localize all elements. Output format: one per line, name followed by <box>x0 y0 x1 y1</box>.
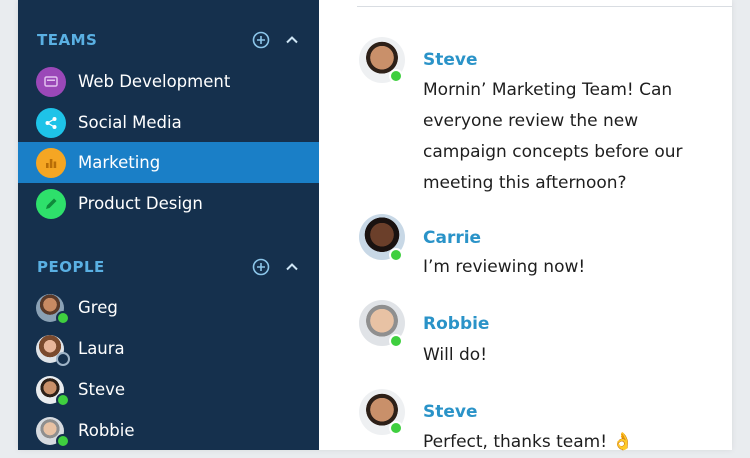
person-label: Greg <box>78 298 118 317</box>
divider <box>357 6 732 7</box>
pencil-icon <box>36 188 66 219</box>
message-author: Steve <box>423 50 478 70</box>
person-label: Steve <box>78 380 126 399</box>
online-status-dot <box>389 334 403 348</box>
web-dev-icon <box>36 66 66 97</box>
ok-hand-emoji: 👌 <box>612 432 634 452</box>
message-author: Robbie <box>423 314 490 334</box>
team-item-marketing[interactable]: Marketing <box>18 142 319 183</box>
chevron-up-icon <box>286 263 298 271</box>
online-status-dot <box>389 421 403 435</box>
offline-status-dot <box>56 352 70 366</box>
collapse-teams-button[interactable] <box>282 30 302 50</box>
online-status-dot <box>56 434 70 448</box>
message-text-body: Perfect, thanks team! <box>423 432 608 452</box>
message-text: Will do! <box>423 345 488 365</box>
message-text: Mornin’ Marketing Team! Can everyone rev… <box>423 80 683 193</box>
people-section-header: PEOPLE <box>18 254 319 280</box>
message-author: Carrie <box>423 228 482 248</box>
team-item-web-development[interactable]: Web Development <box>18 61 319 102</box>
chevron-up-icon <box>286 36 298 44</box>
team-item-product-design[interactable]: Product Design <box>18 183 319 224</box>
message-text: Perfect, thanks team! 👌 <box>423 427 723 458</box>
chat-app-window: TEAMS Web Development Social Media Marke… <box>18 0 732 452</box>
share-icon <box>36 107 66 138</box>
person-item-greg[interactable]: Greg <box>18 287 319 328</box>
teams-section-header: TEAMS <box>18 27 319 53</box>
add-person-button[interactable] <box>251 257 271 277</box>
team-label: Marketing <box>78 153 161 172</box>
team-item-social-media[interactable]: Social Media <box>18 102 319 143</box>
teams-section-title: TEAMS <box>37 31 98 49</box>
online-status-dot <box>389 69 403 83</box>
person-label: Laura <box>78 339 125 358</box>
plus-circle-icon <box>252 31 270 49</box>
sidebar: TEAMS Web Development Social Media Marke… <box>18 0 319 450</box>
online-status-dot <box>56 393 70 407</box>
online-status-dot <box>389 248 403 262</box>
person-item-robbie[interactable]: Robbie <box>18 410 319 451</box>
add-team-button[interactable] <box>251 30 271 50</box>
people-section-title: PEOPLE <box>37 258 105 276</box>
person-item-steve[interactable]: Steve <box>18 369 319 410</box>
team-label: Product Design <box>78 194 203 213</box>
team-label: Social Media <box>78 113 182 132</box>
person-item-laura[interactable]: Laura <box>18 328 319 369</box>
online-status-dot <box>56 311 70 325</box>
chat-panel: Steve Mornin’ Marketing Team! Can everyo… <box>319 0 732 452</box>
message-author: Steve <box>423 402 478 422</box>
team-label: Web Development <box>78 72 231 91</box>
plus-circle-icon <box>252 258 270 276</box>
person-label: Robbie <box>78 421 135 440</box>
collapse-people-button[interactable] <box>282 257 302 277</box>
bar-chart-icon <box>36 147 66 178</box>
message-text: I’m reviewing now! <box>423 257 586 277</box>
